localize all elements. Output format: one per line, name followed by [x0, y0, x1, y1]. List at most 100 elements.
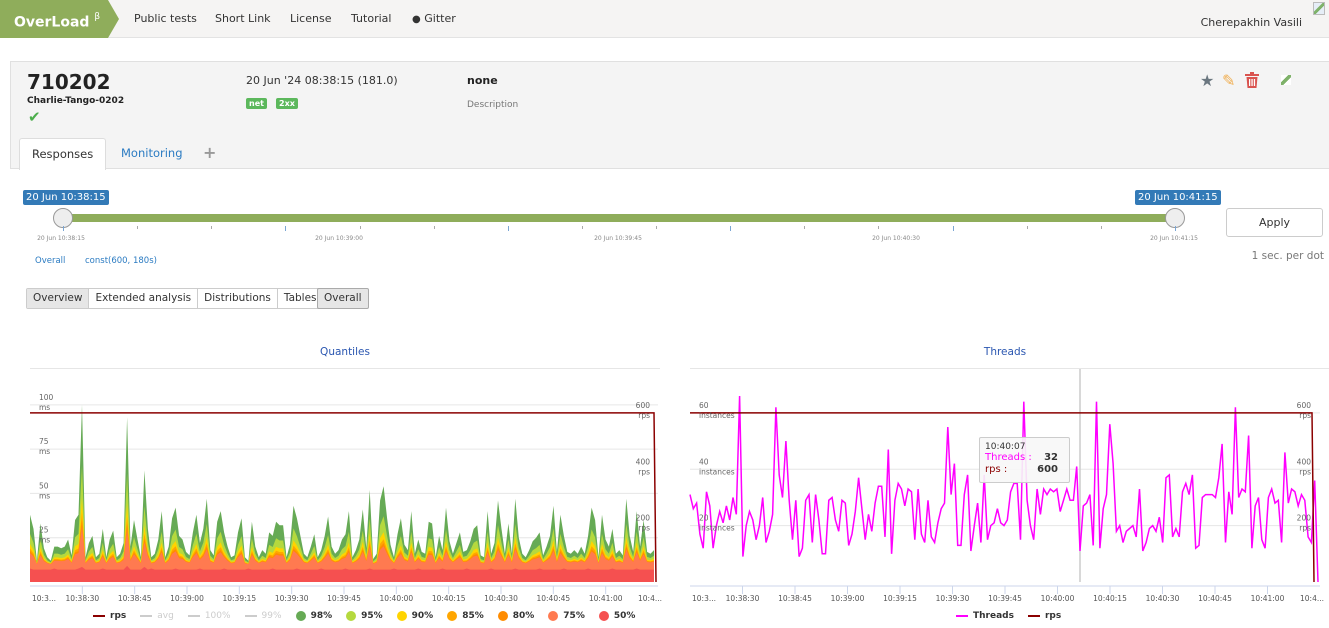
- x-tick-label: 10:39:00: [170, 594, 204, 603]
- y-right-tick-label: 600: [636, 401, 651, 410]
- threads-line: [689, 395, 1319, 583]
- legend-swatch: [396, 611, 407, 621]
- legend-swatch: [956, 615, 968, 617]
- legend-item-99pct[interactable]: 99%: [244, 611, 282, 621]
- tooltip-rps-value: 600: [1037, 464, 1058, 475]
- legend-swatch: [346, 611, 357, 621]
- legend-label: 90%: [411, 611, 434, 621]
- threads-legend: Threads rps: [956, 611, 1061, 621]
- tooltip-rps-label: rps :: [985, 464, 1008, 475]
- y-right-tick-label: 200: [636, 514, 651, 523]
- y-left-tick-label: 100: [39, 393, 54, 402]
- threads-tooltip: 10:40:07 Threads : 32 rps : 600: [979, 437, 1070, 483]
- legend-label: 99%: [261, 611, 282, 621]
- legend-label: 95%: [361, 611, 383, 621]
- y-right-tick-label: 400: [1297, 457, 1312, 466]
- legend-label: 50%: [613, 611, 636, 621]
- x-tick-label: 10:40:15: [1093, 594, 1127, 603]
- legend-item-80pct[interactable]: 80%: [497, 611, 535, 621]
- x-tick-label: 10:40:15: [432, 594, 466, 603]
- y-left-unit-label: ms: [39, 536, 50, 545]
- legend-item-rps[interactable]: rps: [93, 611, 126, 621]
- y-left-unit-label: ms: [39, 403, 50, 412]
- legend-item-50pct[interactable]: 50%: [598, 611, 636, 621]
- x-tick-label: 10:40:30: [1146, 594, 1180, 603]
- y-right-unit-label: rps: [1299, 524, 1311, 533]
- legend-swatch: [497, 611, 508, 621]
- x-tick-label: 10:41:00: [589, 594, 623, 603]
- legend-item-85pct[interactable]: 85%: [447, 611, 484, 621]
- x-tick-label: 10:38:30: [726, 594, 760, 603]
- x-tick-label: 10:40:00: [379, 594, 413, 603]
- x-tick-label: 10:38:30: [65, 594, 99, 603]
- y-right-tick-label: 200: [1297, 514, 1312, 523]
- quantiles-legend: rps avg 100% 99% 98% 95% 90% 85% 80% 75% 50%: [93, 611, 635, 621]
- legend-label: 85%: [462, 611, 484, 621]
- y-left-tick-label: 20: [699, 514, 709, 523]
- y-left-unit-label: instances: [699, 411, 735, 420]
- legend-label: 98%: [310, 611, 333, 621]
- x-tick-label: 10:3...: [692, 594, 716, 603]
- legend-label: 75%: [563, 611, 585, 621]
- tooltip-time: 10:40:07: [985, 442, 1026, 452]
- legend-swatch: [295, 611, 306, 621]
- legend-label: 80%: [512, 611, 535, 621]
- x-tick-label: 10:40:45: [1198, 594, 1232, 603]
- x-tick-label: 10:38:45: [118, 594, 152, 603]
- legend-item-95pct[interactable]: 95%: [346, 611, 383, 621]
- legend-item-avg[interactable]: avg: [140, 611, 174, 621]
- y-right-tick-label: 400: [636, 457, 651, 466]
- y-right-tick-label: 600: [1297, 401, 1312, 410]
- y-left-unit-label: ms: [39, 447, 50, 456]
- legend-item-Threads[interactable]: Threads: [956, 611, 1014, 621]
- y-left-tick-label: 60: [699, 401, 709, 410]
- y-left-tick-label: 40: [699, 457, 709, 466]
- legend-label: rps: [1044, 611, 1062, 621]
- x-tick-label: 10:39:30: [936, 594, 970, 603]
- y-right-unit-label: rps: [638, 467, 650, 476]
- x-tick-label: 10:40:00: [1041, 594, 1075, 603]
- legend-item-98pct[interactable]: 98%: [295, 611, 333, 621]
- charts-canvas: 10:3... 10:38:30 10:38:45 10:39:00 10:39:15 1…: [30, 369, 1324, 603]
- x-tick-label: 10:39:15: [883, 594, 917, 603]
- legend-label: rps: [110, 611, 127, 621]
- legend-swatch: [447, 611, 458, 621]
- legend-item-90pct[interactable]: 90%: [396, 611, 434, 621]
- y-left-tick-label: 50: [39, 481, 49, 490]
- tooltip-threads-value: 32: [1044, 452, 1058, 463]
- y-right-unit-label: rps: [638, 411, 650, 420]
- x-tick-label: 10:39:45: [327, 594, 361, 603]
- legend-label: avg: [157, 611, 174, 621]
- x-tick-label: 10:4...: [1300, 594, 1324, 603]
- legend-swatch: [598, 611, 609, 621]
- y-right-unit-label: rps: [1299, 467, 1311, 476]
- legend-swatch: [140, 615, 153, 617]
- x-tick-label: 10:41:00: [1251, 594, 1285, 603]
- legend-item-75pct[interactable]: 75%: [548, 611, 585, 621]
- legend-item-100pct[interactable]: 100%: [187, 611, 231, 621]
- x-tick-label: 10:38:45: [778, 594, 812, 603]
- legend-label: 100%: [204, 611, 231, 621]
- legend-swatch: [93, 615, 105, 617]
- legend-swatch: [187, 615, 200, 617]
- x-tick-label: 10:39:30: [275, 594, 309, 603]
- legend-swatch: [1027, 615, 1040, 617]
- x-tick-label: 10:39:15: [222, 594, 256, 603]
- x-tick-label: 10:39:45: [988, 594, 1022, 603]
- x-tick-label: 10:39:00: [831, 594, 865, 603]
- legend-swatch: [244, 615, 257, 617]
- y-right-unit-label: rps: [638, 524, 650, 533]
- tooltip-threads-label: Threads :: [985, 452, 1032, 463]
- x-tick-label: 10:4...: [638, 594, 662, 603]
- legend-swatch: [548, 611, 559, 621]
- y-left-tick-label: 75: [39, 437, 49, 446]
- y-right-unit-label: rps: [1299, 411, 1311, 420]
- x-tick-label: 10:3...: [32, 594, 56, 603]
- y-left-tick-label: 25: [39, 526, 49, 535]
- legend-item-rps[interactable]: rps: [1027, 611, 1062, 621]
- legend-label: Threads: [973, 611, 1014, 621]
- y-left-unit-label: ms: [39, 491, 50, 500]
- x-tick-label: 10:40:30: [484, 594, 518, 603]
- y-left-unit-label: instances: [699, 467, 735, 476]
- y-left-unit-label: instances: [699, 524, 735, 533]
